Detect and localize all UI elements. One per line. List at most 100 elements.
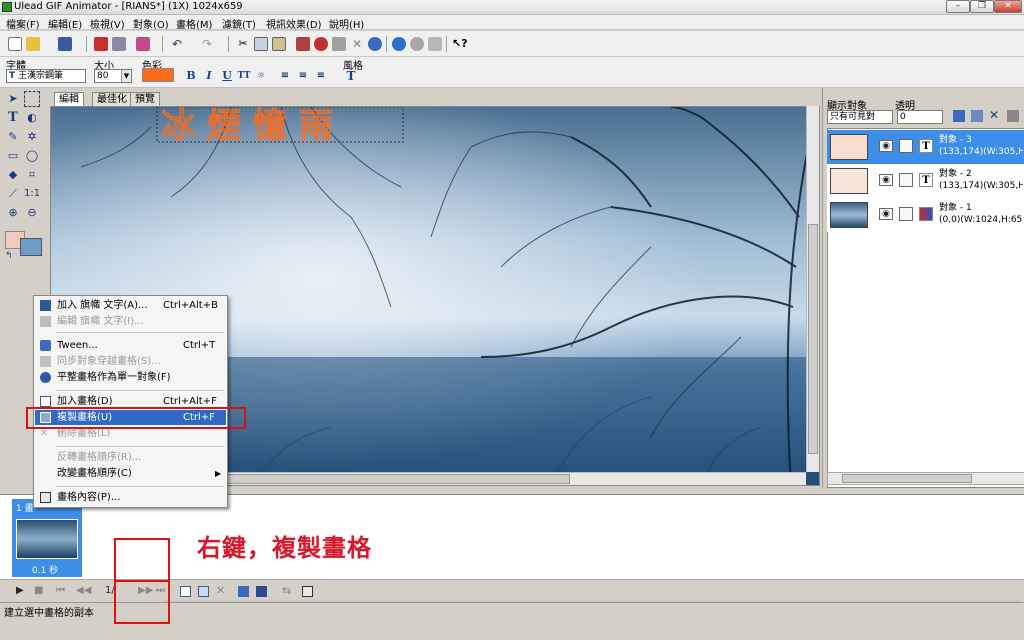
- pick-tool-icon[interactable]: ➤: [5, 91, 21, 107]
- menu-item-reverse-frames[interactable]: 反轉畫格順序(R)...: [35, 450, 226, 465]
- chevron-down-icon[interactable]: ▼: [121, 70, 131, 82]
- text-color-swatch[interactable]: [142, 68, 174, 82]
- remove-icon[interactable]: ✕: [350, 37, 364, 51]
- new-file-icon[interactable]: [8, 37, 22, 51]
- effects-icon[interactable]: [136, 37, 150, 51]
- eye-icon[interactable]: ◉: [879, 174, 893, 186]
- import-icon[interactable]: [94, 37, 108, 51]
- object-row[interactable]: ◉ T 對象 - 2 (133,174)(W:305,H:7: [827, 164, 1024, 198]
- swap-colors-icon[interactable]: ↰: [5, 251, 13, 261]
- font-select[interactable]: T 王漢宗鋼筆: [6, 69, 86, 83]
- menu-object[interactable]: 對象(O): [133, 16, 169, 31]
- minimize-button[interactable]: –: [946, 0, 970, 13]
- italic-icon[interactable]: I: [202, 69, 216, 83]
- object-list-scrollbar[interactable]: [827, 472, 1024, 485]
- duplicate-frame-icon[interactable]: [198, 586, 209, 597]
- browser-preview-icon[interactable]: [392, 37, 406, 51]
- context-help-icon[interactable]: ↖?: [452, 37, 468, 51]
- zoom-in-icon[interactable]: ⊕: [5, 205, 21, 221]
- text-outline-icon[interactable]: ☼: [254, 69, 268, 83]
- menu-item-flatten-frame[interactable]: 平整畫格作為單一對象(F): [35, 370, 226, 385]
- text-tool-icon[interactable]: T: [5, 110, 21, 126]
- background-color-swatch[interactable]: [20, 238, 42, 256]
- marquee-tool-icon[interactable]: [24, 91, 40, 107]
- export-icon[interactable]: [112, 37, 126, 51]
- text-style-icon[interactable]: T: [344, 69, 358, 83]
- transform-tool-icon[interactable]: ◐: [24, 110, 40, 126]
- reverse-frames-icon[interactable]: ⇆: [282, 584, 291, 597]
- first-frame-icon[interactable]: ⏮: [56, 585, 65, 596]
- save-icon[interactable]: [58, 37, 72, 51]
- menu-file[interactable]: 檔案(F): [6, 16, 40, 31]
- zoom-out-icon[interactable]: ⊖: [24, 205, 40, 221]
- object-row[interactable]: ◉ T 對象 - 3 (133,174)(W:305,H:7: [827, 130, 1024, 164]
- align-left-icon[interactable]: ≡: [278, 69, 292, 83]
- lock-checkbox[interactable]: [899, 139, 913, 153]
- previous-frame-icon[interactable]: ◀◀: [76, 585, 91, 596]
- tab-optimize[interactable]: 最佳化: [92, 92, 132, 106]
- menu-edit[interactable]: 編輯(E): [48, 16, 82, 31]
- menu-item-tween[interactable]: Tween... Ctrl+T: [35, 338, 226, 353]
- menu-frame[interactable]: 畫格(M): [176, 16, 212, 31]
- redo-icon[interactable]: ↷: [200, 37, 214, 51]
- lock-checkbox[interactable]: [899, 207, 913, 221]
- add-frame-icon[interactable]: [180, 586, 191, 597]
- crop-icon[interactable]: [296, 37, 310, 51]
- menu-item-sync-objects[interactable]: 同步對象穿越畫格(S)...: [35, 354, 226, 369]
- actual-size-icon[interactable]: 1:1: [24, 186, 40, 202]
- canvas-text[interactable]: 冰煙憶雨: [160, 107, 345, 147]
- undo-icon[interactable]: ↶: [170, 37, 184, 51]
- scroll-thumb[interactable]: [808, 224, 818, 454]
- duplicate-object-icon[interactable]: [971, 110, 983, 122]
- frame-thumbnail-selected[interactable]: 1 畫 0.1 秒: [12, 499, 82, 577]
- delete-object-icon[interactable]: ✕: [989, 108, 999, 122]
- eye-icon[interactable]: ◉: [879, 140, 893, 152]
- play-icon[interactable]: ▶: [16, 585, 24, 596]
- copy-icon[interactable]: [254, 37, 268, 51]
- opacity-input[interactable]: 0: [897, 110, 943, 124]
- bold-icon[interactable]: B: [184, 69, 198, 83]
- menu-help[interactable]: 說明(H): [329, 16, 364, 31]
- lock-checkbox[interactable]: [899, 173, 913, 187]
- object-row[interactable]: ◉ 對象 - 1 (0,0)(W:1024,H:659): [827, 198, 1024, 232]
- delete-object-icon[interactable]: [332, 37, 346, 51]
- text-format-icon[interactable]: TT: [237, 69, 251, 83]
- wizard-icon[interactable]: [410, 37, 424, 51]
- eraser-tool-icon[interactable]: ▭: [5, 148, 21, 164]
- menu-item-edit-banner-text[interactable]: 編輯 旗幟 文字(I)...: [35, 314, 226, 329]
- frame-properties-icon[interactable]: [302, 586, 313, 597]
- flatten-icon[interactable]: [314, 37, 328, 51]
- fill-tool-icon[interactable]: ◆: [5, 167, 21, 183]
- lasso-tool-icon[interactable]: ◯: [24, 148, 40, 164]
- close-button[interactable]: ✕: [994, 0, 1022, 13]
- eye-icon[interactable]: ◉: [879, 208, 893, 220]
- align-center-icon[interactable]: ≡: [296, 69, 310, 83]
- eyedropper-icon[interactable]: ⟋: [5, 186, 21, 202]
- object-properties-icon[interactable]: [1007, 110, 1019, 122]
- brush-tool-icon[interactable]: ✎: [5, 129, 21, 145]
- refresh-icon[interactable]: [368, 37, 382, 51]
- scroll-thumb[interactable]: [842, 474, 972, 483]
- canvas-vertical-scrollbar[interactable]: [806, 106, 819, 472]
- add-object-icon[interactable]: [953, 110, 965, 122]
- scroll-thumb-horizontal[interactable]: [220, 474, 570, 484]
- frame-delay[interactable]: 0.1 秒: [32, 563, 58, 576]
- magic-wand-icon[interactable]: ✲: [24, 129, 40, 145]
- align-right-icon[interactable]: ≡: [314, 69, 328, 83]
- delete-frame-icon[interactable]: ✕: [216, 584, 225, 597]
- optimize-icon[interactable]: [428, 37, 442, 51]
- open-folder-icon[interactable]: [26, 37, 40, 51]
- crop-tool-icon[interactable]: ⌗: [24, 167, 40, 183]
- menu-video-effects[interactable]: 視訊效果(D): [266, 16, 322, 31]
- banner-text-icon[interactable]: [256, 586, 267, 597]
- menu-item-change-frame-order[interactable]: 改變畫格順序(C) ▶: [35, 466, 226, 481]
- tab-preview[interactable]: 預覽: [130, 92, 160, 106]
- tab-edit[interactable]: 編輯: [54, 92, 84, 106]
- stop-icon[interactable]: ■: [34, 585, 43, 596]
- menu-item-add-banner-text[interactable]: 加入 旗幟 文字(A)... Ctrl+Alt+B: [35, 298, 226, 313]
- underline-icon[interactable]: U: [220, 69, 234, 83]
- show-objects-select[interactable]: 只有可見對: [827, 110, 893, 124]
- tween-icon[interactable]: [238, 586, 249, 597]
- menu-filter[interactable]: 濾鏡(T): [222, 16, 256, 31]
- menu-view[interactable]: 檢視(V): [90, 16, 125, 31]
